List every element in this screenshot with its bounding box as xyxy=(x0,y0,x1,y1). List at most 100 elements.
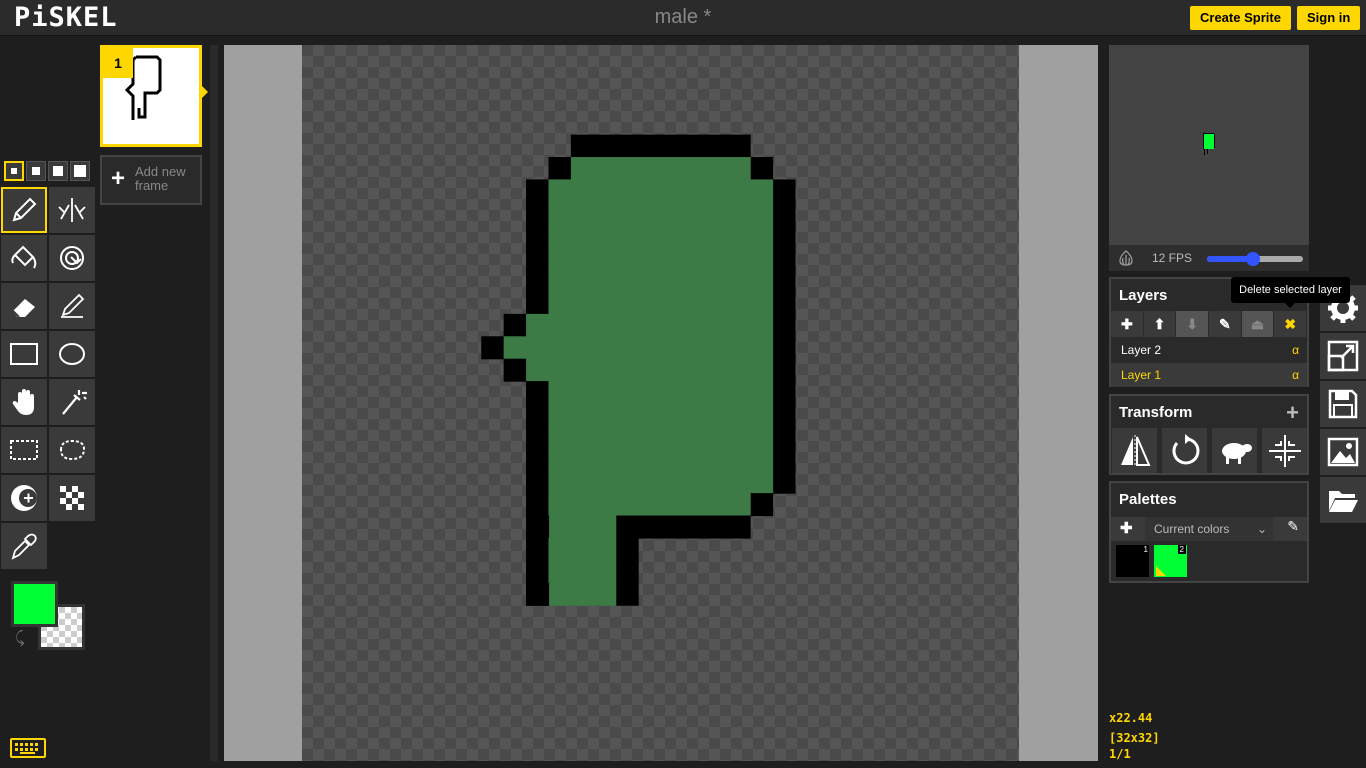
layers-toolbar: ✚ ⬆ ⬇ ✎ ⏏ ✖ xyxy=(1111,311,1308,337)
layer-opacity-button[interactable]: α xyxy=(1292,338,1299,362)
frames-scrollbar[interactable] xyxy=(210,45,218,761)
pen-size-2[interactable] xyxy=(26,161,46,181)
sprite-pixel xyxy=(705,515,729,539)
save-button[interactable] xyxy=(1320,381,1366,427)
sprite-pixel xyxy=(682,403,706,427)
merge-layer-button[interactable]: ⏏ xyxy=(1241,311,1275,337)
circle-icon xyxy=(59,343,85,365)
primary-color-swatch[interactable] xyxy=(11,581,58,627)
onion-skin-icon[interactable] xyxy=(1117,249,1135,267)
sprite-pixel xyxy=(750,470,774,494)
dashed-rectangle-icon xyxy=(10,440,38,460)
add-frame-button[interactable]: + Add new frame xyxy=(100,155,202,205)
sprite-pixel xyxy=(660,269,684,293)
pen-size-4[interactable] xyxy=(70,161,90,181)
create-sprite-button[interactable]: Create Sprite xyxy=(1190,6,1291,30)
sprite-pixel xyxy=(772,313,796,337)
center-button[interactable] xyxy=(1262,428,1307,473)
tooltip: Delete selected layer xyxy=(1231,277,1350,303)
swap-colors-icon[interactable]: ⤹ xyxy=(15,630,25,648)
clone-button[interactable] xyxy=(1212,428,1257,473)
sprite-pixel xyxy=(593,313,617,337)
add-layer-button[interactable]: ✚ xyxy=(1111,311,1144,337)
sprite-pixel xyxy=(727,470,751,494)
pen-size-3[interactable] xyxy=(48,161,68,181)
fps-slider[interactable] xyxy=(1207,252,1303,266)
palette-color-1[interactable]: 1 xyxy=(1116,545,1149,577)
sprite-pixel xyxy=(660,515,684,539)
paint-bucket-tool[interactable] xyxy=(1,235,47,281)
layer-opacity-button[interactable]: α xyxy=(1292,363,1299,387)
rectangle-selection-tool[interactable] xyxy=(1,427,47,473)
lighten-tool[interactable] xyxy=(1,475,47,521)
sprite-pixel xyxy=(772,358,796,382)
sprite-pixel xyxy=(593,470,617,494)
sprite-pixel xyxy=(615,291,639,315)
palette-select[interactable]: Current colors ⌄ xyxy=(1145,517,1273,541)
edit-palette-icon[interactable]: ✎ xyxy=(1287,518,1299,535)
shape-selection-tool[interactable] xyxy=(49,379,95,425)
dithering-tool[interactable] xyxy=(49,475,95,521)
sprite-pixel xyxy=(772,381,796,405)
sprite-pixel xyxy=(593,425,617,449)
circle-tool[interactable] xyxy=(49,331,95,377)
sprite-pixel xyxy=(705,134,729,158)
sprite-pixel xyxy=(682,134,706,158)
rename-layer-button[interactable]: ✎ xyxy=(1209,311,1242,337)
color-picker-tool[interactable] xyxy=(1,523,47,569)
keyboard-icon[interactable] xyxy=(10,738,46,758)
sign-in-button[interactable]: Sign in xyxy=(1297,6,1361,30)
fps-controls: 12 FPS xyxy=(1109,245,1309,271)
fps-slider-knob[interactable] xyxy=(1245,252,1260,266)
transform-panel: Transform + xyxy=(1109,394,1309,475)
sprite-pixel xyxy=(593,201,617,225)
sprite-pixel xyxy=(570,246,594,270)
sprite-pixel xyxy=(593,515,617,539)
sprite-pixel xyxy=(660,246,684,270)
lasso-selection-tool[interactable] xyxy=(49,427,95,473)
rectangle-tool[interactable] xyxy=(1,331,47,377)
sprite-pixel xyxy=(548,582,572,606)
layer-row-selected[interactable]: Layer 1 α xyxy=(1111,363,1307,387)
sprite-pixel xyxy=(615,201,639,225)
layer-row[interactable]: Layer 2 α xyxy=(1111,338,1307,362)
open-button[interactable] xyxy=(1320,477,1366,523)
palette-color-2[interactable]: 2 xyxy=(1154,545,1187,577)
add-palette-icon[interactable]: ✚ xyxy=(1120,519,1133,537)
sprite-pixel xyxy=(615,224,639,248)
sprite-pixel xyxy=(593,246,617,270)
move-tool[interactable] xyxy=(1,379,47,425)
frame-counter: 1/1 xyxy=(1109,747,1131,761)
flip-button[interactable] xyxy=(1112,428,1157,473)
paint-all-same-color-tool[interactable] xyxy=(49,235,95,281)
sprite-pixel xyxy=(705,201,729,225)
arrow-up-icon: ⬆ xyxy=(1153,315,1166,332)
transform-expand-icon[interactable]: + xyxy=(1286,400,1299,426)
eraser-tool[interactable] xyxy=(1,283,47,329)
pen-size-1[interactable] xyxy=(4,161,24,181)
sprite-pixel xyxy=(660,224,684,248)
move-layer-up-button[interactable]: ⬆ xyxy=(1143,311,1177,337)
sprite-pixel xyxy=(660,336,684,360)
sprite-pixel xyxy=(705,224,729,248)
rotate-button[interactable] xyxy=(1162,428,1207,473)
export-button[interactable] xyxy=(1320,429,1366,475)
sprite-pixel xyxy=(638,493,662,517)
pen-tool[interactable] xyxy=(1,187,47,233)
sprite-pixel xyxy=(638,246,662,270)
vertical-mirror-pen-tool[interactable] xyxy=(49,187,95,233)
sprite-pixel xyxy=(682,157,706,181)
frame-thumbnail[interactable]: 1 xyxy=(100,45,202,147)
sprite-pixel xyxy=(772,336,796,360)
resize-button[interactable] xyxy=(1320,333,1366,379)
sprite-pixel xyxy=(705,448,729,472)
move-layer-down-button[interactable]: ⬇ xyxy=(1176,311,1210,337)
stroke-tool[interactable] xyxy=(49,283,95,329)
sprite-pixel xyxy=(772,224,796,248)
tooltip-arrow xyxy=(1285,303,1295,308)
drawing-canvas[interactable] xyxy=(302,45,1019,761)
sprite-pixel xyxy=(682,291,706,315)
sprite-pixel xyxy=(660,381,684,405)
sprite-pixel xyxy=(660,201,684,225)
delete-layer-button[interactable]: ✖ xyxy=(1274,311,1308,337)
